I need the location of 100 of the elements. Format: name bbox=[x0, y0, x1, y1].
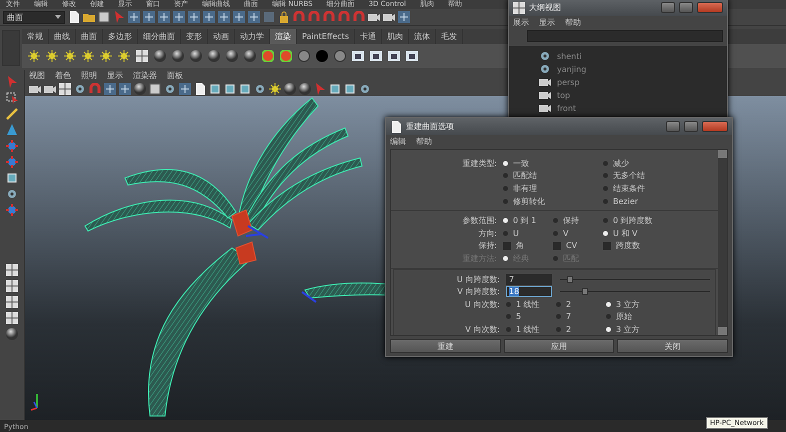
gear-icon[interactable] bbox=[164, 83, 176, 95]
snap-icon[interactable] bbox=[218, 11, 230, 23]
clapper-icon[interactable] bbox=[370, 50, 382, 62]
light-icon[interactable] bbox=[46, 50, 58, 62]
light-icon[interactable] bbox=[269, 83, 281, 95]
radio-option[interactable]: 2 bbox=[556, 300, 606, 309]
close-button[interactable] bbox=[697, 2, 723, 13]
light-icon[interactable] bbox=[82, 50, 94, 62]
mode-dropdown[interactable]: 曲面 bbox=[3, 10, 65, 24]
gear-icon[interactable] bbox=[539, 50, 551, 62]
camera-icon[interactable] bbox=[44, 83, 56, 95]
radio-option[interactable]: V bbox=[553, 228, 603, 238]
outliner-item[interactable]: top bbox=[509, 89, 727, 101]
cube-icon[interactable] bbox=[329, 83, 341, 95]
menu-item[interactable]: 帮助 bbox=[565, 16, 581, 30]
snap-icon[interactable] bbox=[119, 83, 131, 95]
sphere-icon[interactable] bbox=[299, 83, 311, 95]
radio-option[interactable]: 无多个结 bbox=[603, 170, 718, 182]
outliner-item[interactable]: shenti bbox=[509, 50, 727, 62]
radio-option[interactable]: 结束条件 bbox=[603, 182, 718, 194]
cone-icon[interactable] bbox=[6, 124, 18, 136]
menu-item[interactable]: 帮助 bbox=[416, 135, 432, 149]
menu-item[interactable]: 编辑 bbox=[390, 135, 406, 149]
slider-thumb[interactable] bbox=[582, 288, 588, 296]
radio-option[interactable]: 0 到跨度数 bbox=[603, 215, 718, 226]
cube-icon[interactable] bbox=[209, 83, 221, 95]
camera-icon[interactable] bbox=[29, 83, 41, 95]
layout-icon[interactable] bbox=[136, 50, 148, 62]
radio-option[interactable]: 修剪转化 bbox=[503, 196, 553, 207]
light-icon[interactable] bbox=[100, 50, 112, 62]
panel-menu-item[interactable]: 视图 bbox=[29, 70, 45, 82]
number-field[interactable]: 7 bbox=[506, 274, 552, 285]
cube-icon[interactable] bbox=[344, 83, 356, 95]
cube-icon[interactable] bbox=[6, 172, 18, 184]
camera-icon[interactable] bbox=[539, 89, 551, 101]
layout-icon[interactable] bbox=[6, 312, 18, 324]
radio-option[interactable]: 7 bbox=[556, 312, 606, 322]
radio-option[interactable]: 1 线性 bbox=[506, 324, 556, 335]
scrollbar[interactable] bbox=[718, 150, 727, 335]
maximize-button[interactable] bbox=[679, 2, 693, 13]
clapper-icon[interactable] bbox=[388, 50, 400, 62]
dialog-button[interactable]: 应用 bbox=[504, 339, 614, 353]
checkbox-option[interactable]: 角 bbox=[503, 240, 553, 252]
sphere-icon[interactable] bbox=[6, 328, 18, 340]
snap-icon[interactable] bbox=[179, 83, 191, 95]
radio-option[interactable]: 匹配结 bbox=[503, 170, 553, 182]
clapper-icon[interactable] bbox=[352, 50, 364, 62]
radio-option[interactable]: 非有理 bbox=[503, 182, 553, 194]
snap-icon[interactable] bbox=[188, 11, 200, 23]
sphere-icon[interactable] bbox=[208, 50, 220, 62]
panel-menu-item[interactable]: 显示 bbox=[107, 70, 123, 82]
layout-icon[interactable] bbox=[6, 296, 18, 308]
radio-option[interactable]: 0 到 1 bbox=[503, 215, 553, 226]
panel-menu-item[interactable]: 面板 bbox=[167, 70, 183, 82]
radio-option[interactable]: 3 立方 bbox=[606, 298, 715, 310]
close-button[interactable] bbox=[702, 121, 728, 132]
lasso-icon[interactable] bbox=[6, 92, 18, 104]
light-icon[interactable] bbox=[64, 50, 76, 62]
snap-icon[interactable] bbox=[128, 11, 140, 23]
minimize-button[interactable] bbox=[666, 121, 680, 132]
snap-icon[interactable] bbox=[104, 83, 116, 95]
radio-option[interactable]: 一致 bbox=[503, 158, 553, 169]
clapper-icon[interactable] bbox=[406, 50, 418, 62]
radio-option[interactable]: U 和 V bbox=[603, 228, 718, 239]
camera-icon[interactable] bbox=[539, 102, 551, 114]
snap-icon[interactable] bbox=[398, 11, 410, 23]
lock-icon[interactable] bbox=[278, 11, 290, 23]
sphere-icon[interactable] bbox=[284, 83, 296, 95]
cube-icon[interactable] bbox=[224, 83, 236, 95]
dialog-button[interactable]: 关闭 bbox=[617, 339, 728, 353]
dialog-button[interactable]: 重建 bbox=[390, 339, 501, 353]
sphere-icon[interactable] bbox=[244, 50, 256, 62]
radio-option[interactable]: 减少 bbox=[603, 158, 718, 169]
folder-icon[interactable] bbox=[83, 11, 95, 23]
radio-option[interactable]: Bezier bbox=[603, 196, 718, 206]
snap-icon[interactable] bbox=[158, 11, 170, 23]
save-icon[interactable] bbox=[98, 11, 110, 23]
panel-menu-item[interactable]: 渲染器 bbox=[133, 70, 157, 82]
gear-icon[interactable] bbox=[254, 83, 266, 95]
radio-option[interactable]: 3 立方 bbox=[606, 324, 715, 335]
snap-icon[interactable] bbox=[233, 11, 245, 23]
search-field[interactable] bbox=[527, 30, 723, 42]
file-icon[interactable] bbox=[390, 120, 402, 132]
snap-icon[interactable] bbox=[173, 11, 185, 23]
layout-icon[interactable] bbox=[6, 280, 18, 292]
disc-icon[interactable] bbox=[316, 50, 328, 62]
cube-icon[interactable] bbox=[239, 83, 251, 95]
radio-option[interactable]: 保持 bbox=[553, 215, 603, 226]
radio-option[interactable]: 5 bbox=[506, 312, 556, 322]
camera-icon[interactable] bbox=[368, 11, 380, 23]
layout-icon[interactable] bbox=[513, 2, 525, 14]
menu-item[interactable]: 显示 bbox=[539, 16, 555, 30]
maximize-button[interactable] bbox=[684, 121, 698, 132]
save-icon[interactable] bbox=[149, 83, 161, 95]
camera-icon[interactable] bbox=[539, 76, 551, 88]
radio-option[interactable]: 原始 bbox=[606, 311, 715, 322]
radio-option[interactable]: 2 bbox=[556, 324, 606, 334]
outliner-item[interactable]: persp bbox=[509, 76, 727, 88]
panel-menu-item[interactable]: 照明 bbox=[81, 70, 97, 82]
snap-icon[interactable] bbox=[203, 11, 215, 23]
